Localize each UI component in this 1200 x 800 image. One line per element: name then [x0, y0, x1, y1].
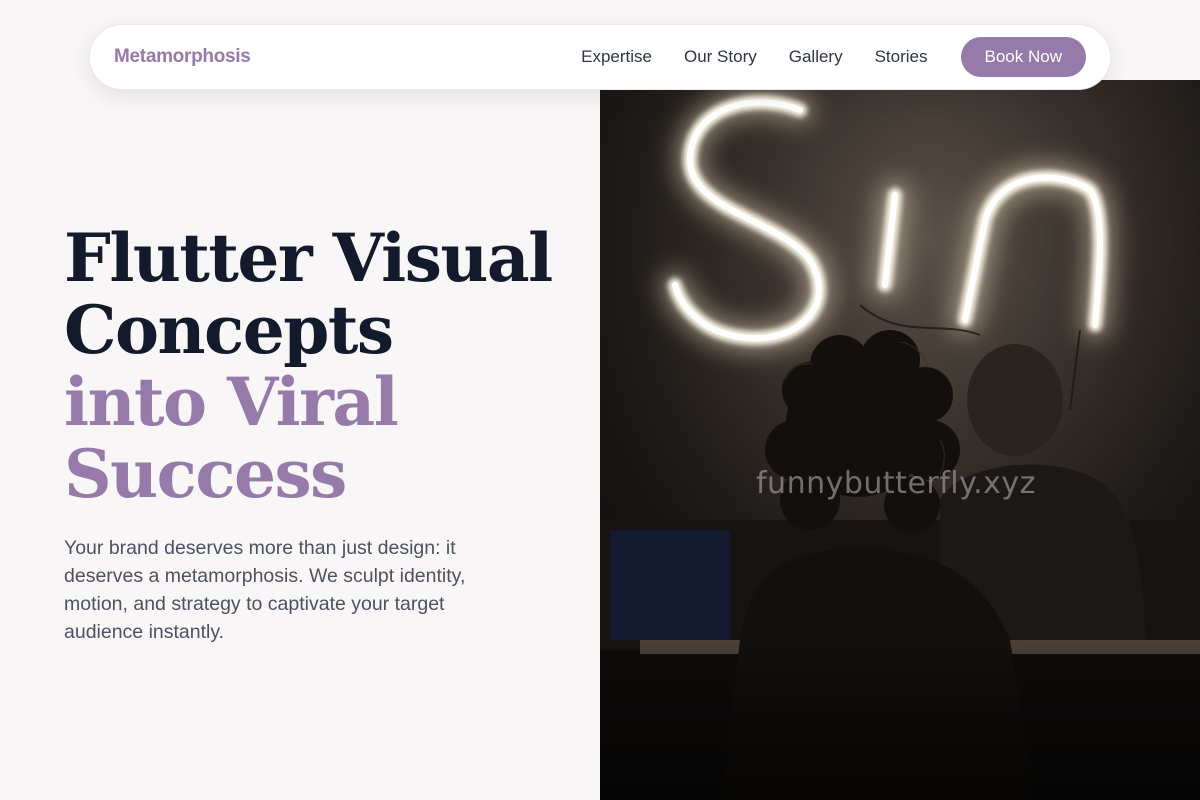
nav-link-our-story[interactable]: Our Story [684, 47, 757, 67]
nav-link-gallery[interactable]: Gallery [789, 47, 843, 67]
landing-page: Metamorphosis Expertise Our Story Galler… [0, 0, 1200, 800]
headline-accent-line-1: into Viral [64, 363, 399, 441]
nav-link-expertise[interactable]: Expertise [581, 47, 652, 67]
headline-line-1: Flutter Visual [64, 219, 553, 297]
nav-links: Expertise Our Story Gallery Stories Book… [581, 37, 1086, 77]
book-now-button[interactable]: Book Now [960, 37, 1086, 77]
hero-image [600, 80, 1200, 800]
brand-logo[interactable]: Metamorphosis [114, 46, 251, 68]
nav-link-stories[interactable]: Stories [875, 47, 928, 67]
headline-accent-line-2: Success [64, 435, 347, 513]
watermark-text: funnybutterfly.xyz [756, 466, 1036, 501]
hero-section: Flutter Visual Concepts into Viral Succe… [64, 219, 553, 646]
neon-sign-photo [600, 80, 1200, 800]
hero-subtext: Your brand deserves more than just desig… [64, 537, 466, 643]
top-navigation: Metamorphosis Expertise Our Story Galler… [89, 24, 1111, 90]
hero-headline: Flutter Visual Concepts into Viral Succe… [64, 219, 553, 513]
headline-line-2: Concepts [64, 291, 394, 369]
